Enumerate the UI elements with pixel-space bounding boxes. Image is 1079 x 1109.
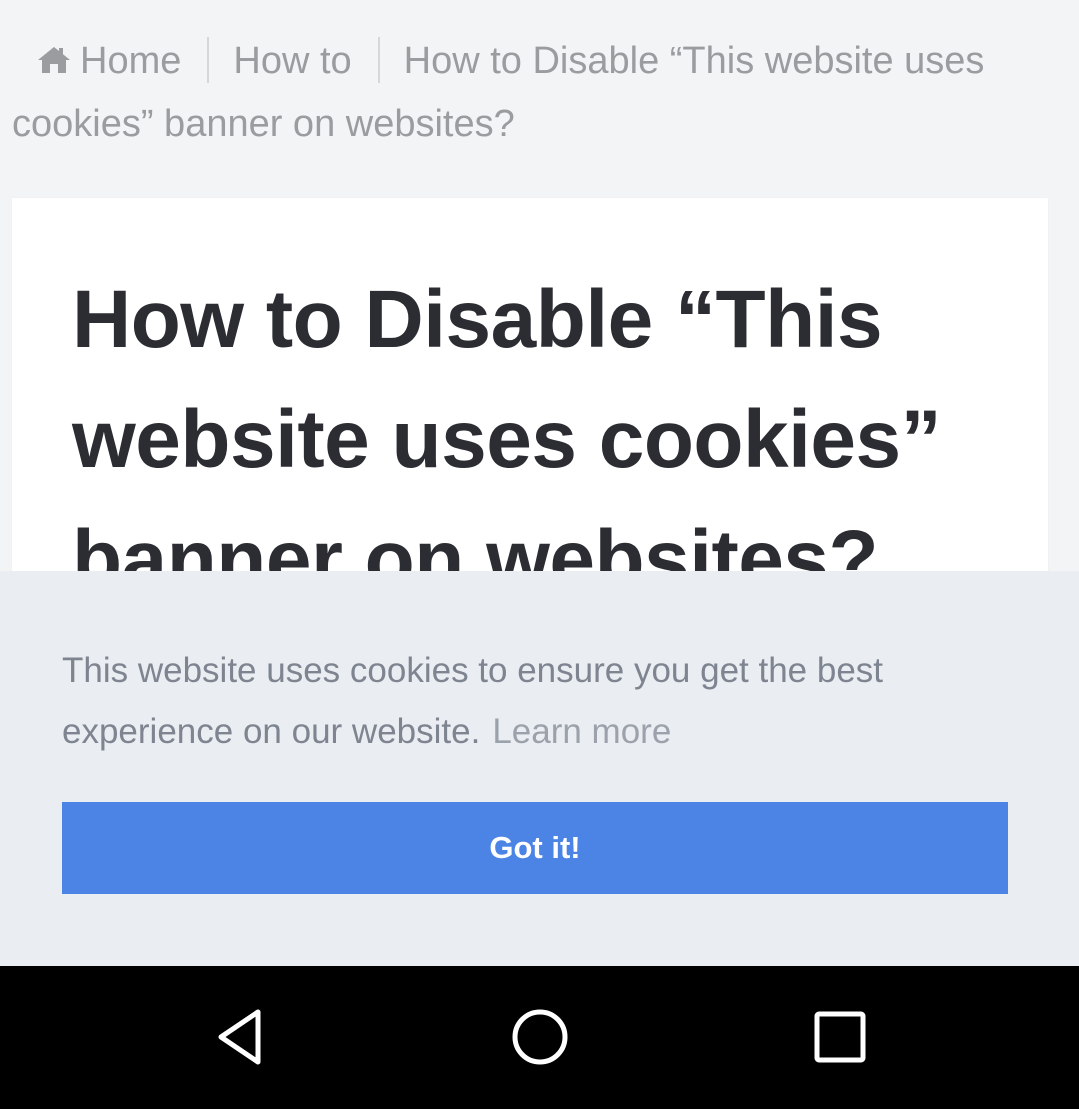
home-circle-icon (512, 1009, 568, 1065)
cookie-banner-text: This website uses cookies to ensure you … (62, 640, 962, 762)
breadcrumb-home-label: Home (80, 40, 182, 82)
breadcrumb-separator (207, 37, 210, 83)
breadcrumb-home[interactable]: Home (12, 40, 181, 82)
page: Home How to How to Disable “This website u… (0, 0, 1079, 1109)
recent-apps-icon (814, 1011, 866, 1063)
cookie-message: This website uses cookies to ensure you … (62, 651, 884, 751)
back-button[interactable] (205, 1002, 275, 1072)
learn-more-link[interactable]: Learn more (492, 712, 671, 751)
recent-apps-button[interactable] (805, 1002, 875, 1072)
home-icon (38, 47, 70, 73)
android-navigation-bar (0, 966, 1079, 1109)
article-title: How to Disable “This website uses cookie… (72, 274, 942, 605)
back-icon (218, 1009, 261, 1065)
breadcrumb-category[interactable]: How to (233, 40, 351, 82)
cookie-banner (0, 571, 1079, 966)
home-button[interactable] (505, 1002, 575, 1072)
article-card: How to Disable “This website uses cookie… (12, 198, 1048, 618)
got-it-button[interactable]: Got it! (62, 802, 1008, 894)
breadcrumb: Home How to How to Disable “This website u… (0, 30, 1052, 156)
breadcrumb-separator (377, 37, 380, 83)
